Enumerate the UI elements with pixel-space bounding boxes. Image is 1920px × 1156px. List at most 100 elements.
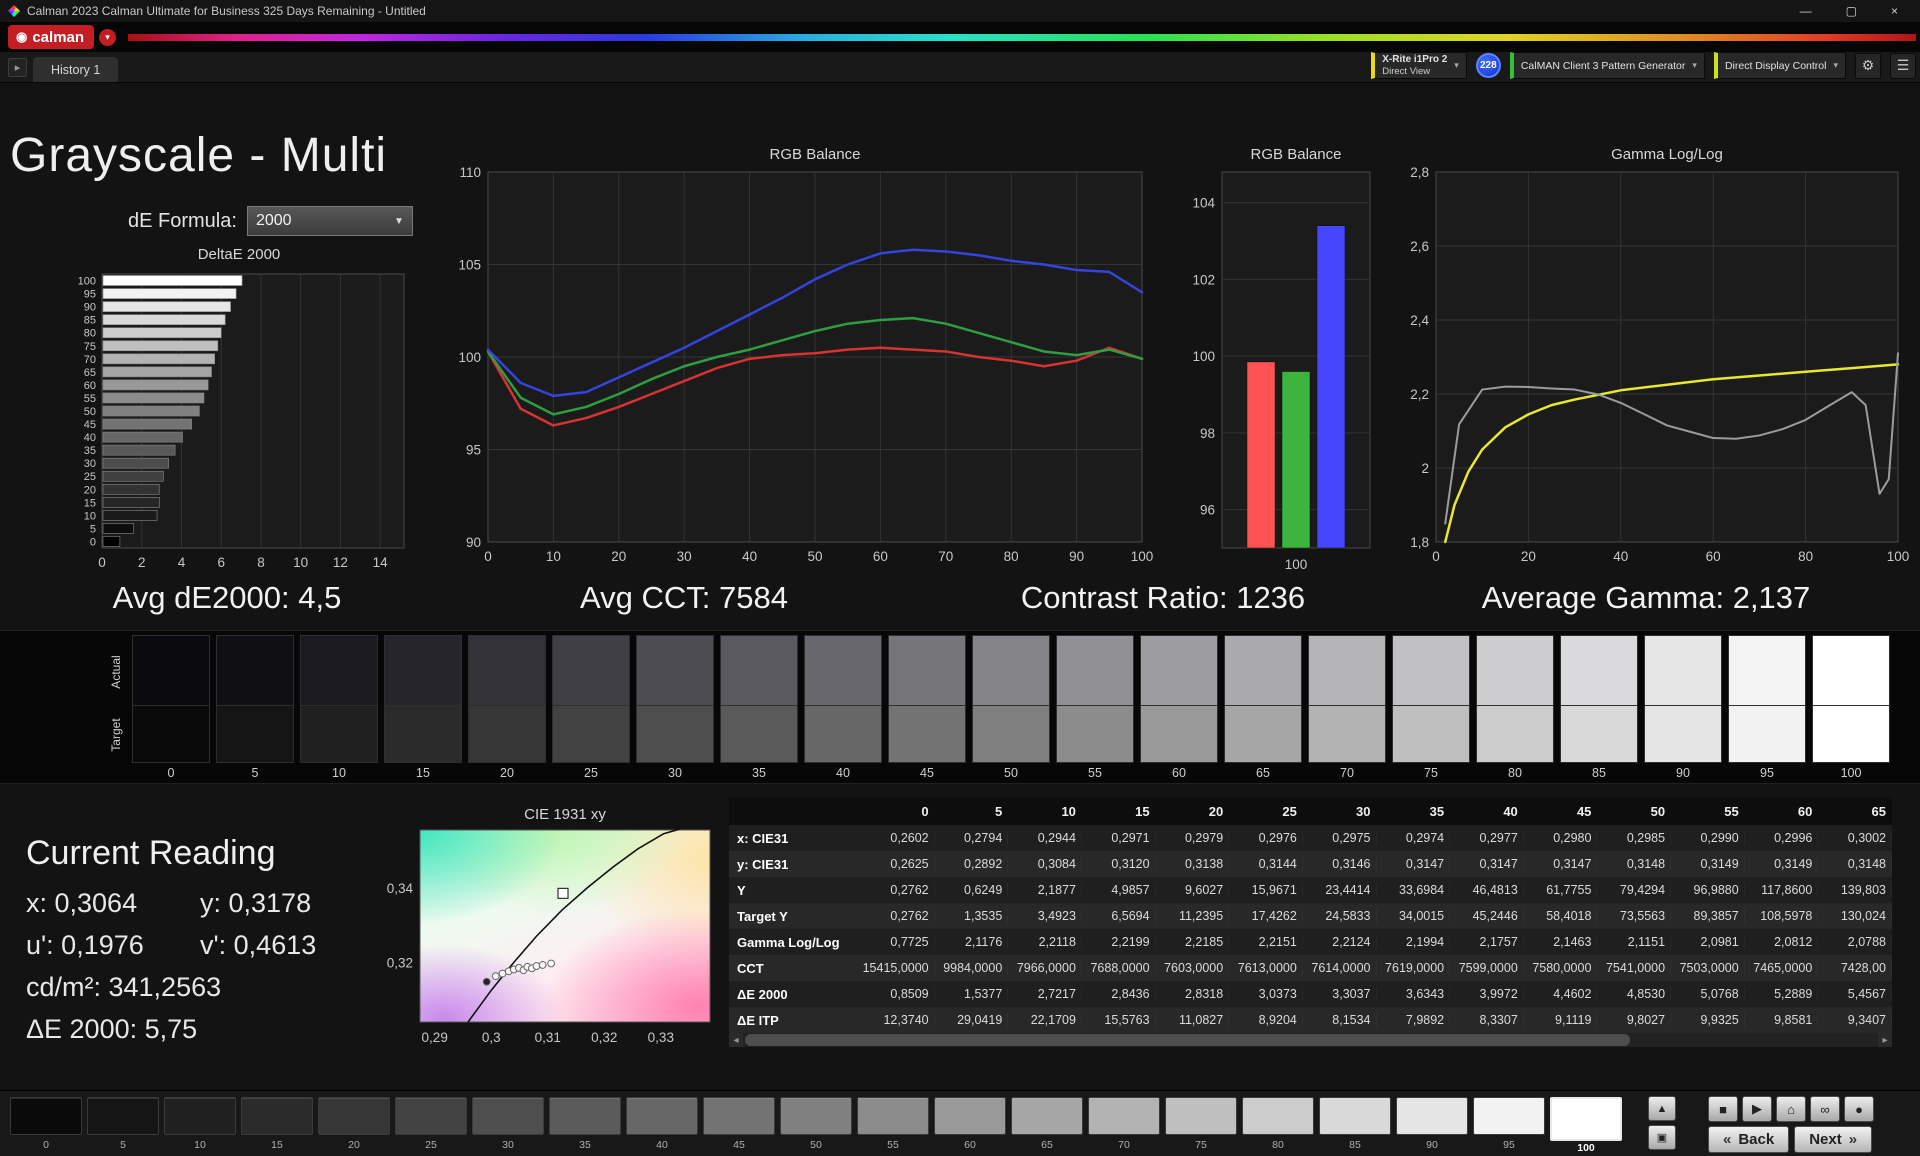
grayscale-swatch-80: 80 <box>1476 635 1560 780</box>
pattern-bar-side-buttons: ▲ ▣ <box>1648 1096 1676 1150</box>
loop-button[interactable]: ∞ <box>1810 1096 1840 1122</box>
pattern-window-button[interactable]: ▣ <box>1648 1125 1676 1150</box>
target-swatch <box>132 706 210 763</box>
maximize-button[interactable]: ▢ <box>1846 4 1857 18</box>
table-cell: 0,3146 <box>1303 857 1377 871</box>
pattern-patch-20[interactable]: 20 <box>318 1097 390 1151</box>
patch-label: 35 <box>549 1135 621 1151</box>
actual-swatch <box>888 635 966 706</box>
pattern-patch-10[interactable]: 10 <box>164 1097 236 1151</box>
close-button[interactable]: × <box>1891 4 1898 18</box>
svg-text:10: 10 <box>293 555 308 570</box>
table-cell: 2,1463 <box>1524 935 1598 949</box>
chevron-down-icon: ▾ <box>1833 60 1838 71</box>
table-cell: 0,3148 <box>1818 857 1892 871</box>
table-cell: 7465,0000 <box>1745 961 1819 975</box>
home-button[interactable]: ⌂ <box>1776 1096 1806 1122</box>
pattern-patch-80[interactable]: 80 <box>1242 1097 1314 1151</box>
pattern-patch-5[interactable]: 5 <box>87 1097 159 1151</box>
swatch-level-label: 0 <box>132 763 210 780</box>
svg-text:0: 0 <box>1432 549 1440 564</box>
pattern-patch-25[interactable]: 25 <box>395 1097 467 1151</box>
reading-x: x: 0,3064 <box>26 888 137 919</box>
scroll-left-arrow[interactable]: ◂ <box>729 1033 743 1047</box>
table-cell: 2,2118 <box>1008 935 1082 949</box>
pattern-patch-35[interactable]: 35 <box>549 1097 621 1151</box>
pattern-generator-selector[interactable]: CalMAN Client 3 Pattern Generator ▾ <box>1510 52 1705 79</box>
scroll-right-arrow[interactable]: ▸ <box>1878 1033 1892 1047</box>
tab-history-1[interactable]: History 1 <box>33 57 118 82</box>
table-cell: 0,3084 <box>1008 857 1082 871</box>
svg-text:25: 25 <box>84 471 96 483</box>
pattern-patch-95[interactable]: 95 <box>1473 1097 1545 1151</box>
target-swatch <box>1476 706 1554 763</box>
pattern-patch-0[interactable]: 0 <box>10 1097 82 1151</box>
history-panel-toggle[interactable]: ▸ <box>8 58 27 77</box>
pattern-patch-30[interactable]: 30 <box>472 1097 544 1151</box>
minimize-button[interactable]: — <box>1800 4 1812 18</box>
meter-selector[interactable]: X-Rite i1Pro 2 Direct View ▾ <box>1371 52 1467 79</box>
pattern-patch-65[interactable]: 65 <box>1011 1097 1083 1151</box>
table-cell: 5,2889 <box>1745 987 1819 1001</box>
pattern-patch-50[interactable]: 50 <box>780 1097 852 1151</box>
menu-button[interactable]: ☰ <box>1890 53 1916 79</box>
back-button[interactable]: « Back <box>1708 1126 1789 1153</box>
table-cell: 73,5563 <box>1597 909 1671 923</box>
record-button[interactable]: ● <box>1844 1096 1874 1122</box>
actual-swatch <box>1056 635 1134 706</box>
logo-bar: ◉ calman ▾ <box>0 22 1920 52</box>
table-cell: 0,2974 <box>1377 831 1451 845</box>
play-button[interactable]: ▶ <box>1742 1096 1772 1122</box>
pattern-patch-90[interactable]: 90 <box>1396 1097 1468 1151</box>
target-swatch <box>972 706 1050 763</box>
calman-logo[interactable]: ◉ calman <box>8 25 94 49</box>
pattern-patch-70[interactable]: 70 <box>1088 1097 1160 1151</box>
scrollbar-track[interactable] <box>743 1033 1878 1047</box>
pattern-patch-15[interactable]: 15 <box>241 1097 313 1151</box>
grayscale-swatch-30: 30 <box>636 635 720 780</box>
patch-swatch <box>1165 1097 1237 1135</box>
pattern-patch-100[interactable]: 100 <box>1550 1097 1622 1154</box>
pattern-patch-45[interactable]: 45 <box>703 1097 775 1151</box>
swatch-level-label: 100 <box>1812 763 1890 780</box>
meter-count-badge[interactable]: 228 <box>1476 53 1501 78</box>
window-title: Calman 2023 Calman Ultimate for Business… <box>27 4 426 18</box>
calman-app: Calman 2023 Calman Ultimate for Business… <box>0 0 1920 1156</box>
table-scrollbar[interactable]: ◂ ▸ <box>729 1033 1892 1047</box>
pattern-patch-55[interactable]: 55 <box>857 1097 929 1151</box>
pattern-patch-60[interactable]: 60 <box>934 1097 1006 1151</box>
svg-text:0: 0 <box>98 555 106 570</box>
table-column-header: 55 <box>1671 804 1745 819</box>
svg-text:100: 100 <box>78 276 96 288</box>
grayscale-swatch-70: 70 <box>1308 635 1392 780</box>
hardware-toolbar: X-Rite i1Pro 2 Direct View ▾ 228 CalMAN … <box>1371 52 1920 82</box>
stop-button[interactable]: ■ <box>1708 1096 1738 1122</box>
actual-swatch <box>972 635 1050 706</box>
display-control-selector[interactable]: Direct Display Control ▾ <box>1714 52 1846 79</box>
logo-dropdown-button[interactable]: ▾ <box>99 29 116 46</box>
svg-text:80: 80 <box>84 328 96 340</box>
reading-v-prime: v': 0,4613 <box>200 930 316 961</box>
target-swatch <box>888 706 966 763</box>
chevron-down-icon: ▼ <box>394 216 404 227</box>
table-header-row: 05101520253035404550556065 <box>729 797 1892 825</box>
stat-average-gamma: Average Gamma: 2,137 <box>1482 580 1811 616</box>
pattern-patch-75[interactable]: 75 <box>1165 1097 1237 1151</box>
table-cell: 9,8581 <box>1745 1013 1819 1027</box>
svg-text:100: 100 <box>1887 549 1910 564</box>
pattern-patch-40[interactable]: 40 <box>626 1097 698 1151</box>
stat-avg-cct: Avg CCT: 7584 <box>580 580 788 616</box>
table-row-label: CCT <box>729 961 861 976</box>
target-row-label: Target <box>109 713 123 757</box>
patch-label: 70 <box>1088 1135 1160 1151</box>
scrollbar-thumb[interactable] <box>745 1034 1630 1046</box>
de-formula-select[interactable]: 2000 ▼ <box>247 206 413 236</box>
pattern-patch-85[interactable]: 85 <box>1319 1097 1391 1151</box>
table-cell: 0,3120 <box>1082 857 1156 871</box>
next-button[interactable]: Next » <box>1794 1126 1872 1153</box>
settings-gear-button[interactable]: ⚙ <box>1855 53 1881 79</box>
target-swatch <box>468 706 546 763</box>
table-cell: 9,3407 <box>1818 1013 1892 1027</box>
table-cell: 0,3149 <box>1671 857 1745 871</box>
scroll-up-button[interactable]: ▲ <box>1648 1096 1676 1121</box>
